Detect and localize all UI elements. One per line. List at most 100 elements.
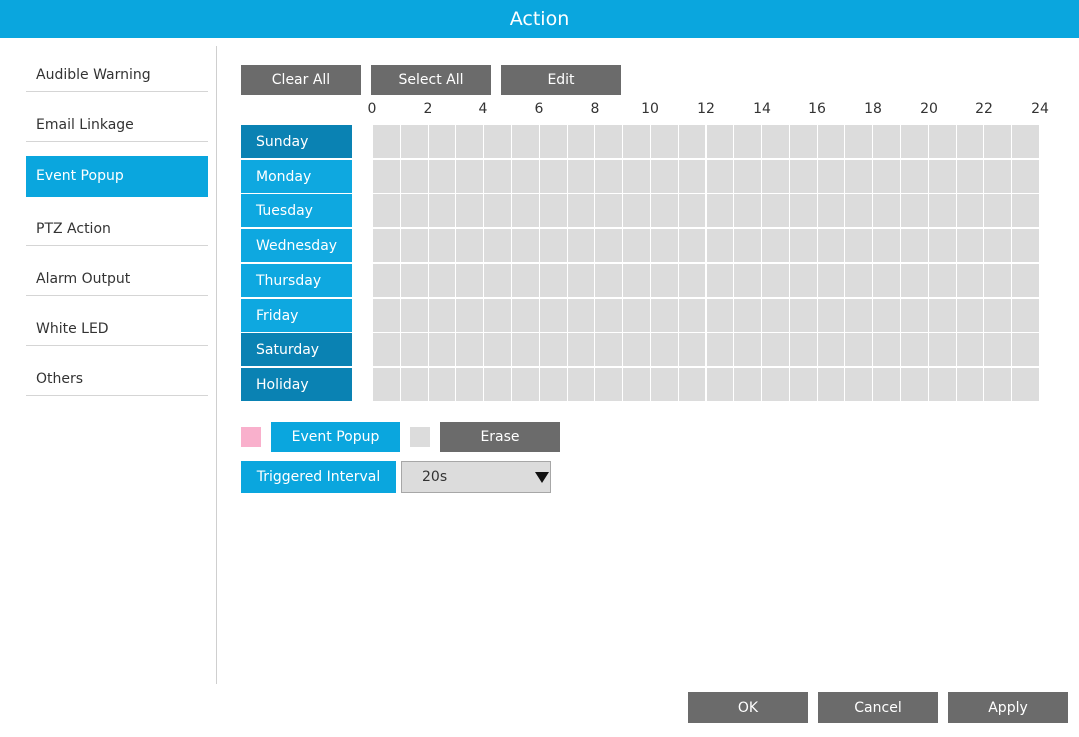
schedule-cell[interactable] bbox=[511, 125, 539, 158]
schedule-cell[interactable] bbox=[901, 299, 928, 332]
day-row-sunday[interactable]: Sunday bbox=[241, 125, 352, 158]
schedule-cell[interactable] bbox=[873, 299, 901, 332]
schedule-cell[interactable] bbox=[678, 160, 706, 193]
schedule-cell[interactable] bbox=[678, 299, 706, 332]
schedule-cell[interactable] bbox=[428, 160, 456, 193]
schedule-cell[interactable] bbox=[1012, 229, 1039, 262]
select-all-button[interactable]: Select All bbox=[371, 65, 491, 95]
schedule-cell[interactable] bbox=[373, 264, 400, 297]
day-row-thursday[interactable]: Thursday bbox=[241, 264, 352, 297]
schedule-cell[interactable] bbox=[373, 299, 400, 332]
sidebar-item-email-linkage[interactable]: Email Linkage bbox=[26, 102, 208, 142]
schedule-cell[interactable] bbox=[623, 160, 650, 193]
schedule-cell[interactable] bbox=[400, 125, 428, 158]
schedule-cell[interactable] bbox=[762, 368, 789, 401]
schedule-cell[interactable] bbox=[845, 368, 873, 401]
schedule-cell[interactable] bbox=[928, 299, 956, 332]
day-row-tuesday[interactable]: Tuesday bbox=[241, 194, 352, 227]
schedule-cell[interactable] bbox=[734, 194, 762, 227]
schedule-cell[interactable] bbox=[373, 368, 400, 401]
schedule-cell[interactable] bbox=[650, 229, 678, 262]
schedule-cell[interactable] bbox=[901, 333, 928, 366]
schedule-cell[interactable] bbox=[956, 333, 984, 366]
event-popup-mode-button[interactable]: Event Popup bbox=[271, 422, 400, 452]
schedule-cell[interactable] bbox=[845, 264, 873, 297]
sidebar-item-others[interactable]: Others bbox=[26, 356, 208, 396]
schedule-cell[interactable] bbox=[456, 194, 484, 227]
schedule-cell[interactable] bbox=[901, 229, 928, 262]
schedule-cell[interactable] bbox=[678, 229, 706, 262]
schedule-cell[interactable] bbox=[567, 229, 595, 262]
schedule-cell[interactable] bbox=[789, 333, 817, 366]
schedule-cell[interactable] bbox=[595, 333, 623, 366]
schedule-cell[interactable] bbox=[928, 264, 956, 297]
schedule-cell[interactable] bbox=[456, 160, 484, 193]
schedule-cell[interactable] bbox=[789, 368, 817, 401]
day-row-saturday[interactable]: Saturday bbox=[241, 333, 352, 366]
erase-color-swatch[interactable] bbox=[410, 427, 430, 447]
schedule-cell[interactable] bbox=[428, 299, 456, 332]
schedule-cell[interactable] bbox=[845, 125, 873, 158]
schedule-cell[interactable] bbox=[567, 194, 595, 227]
schedule-cell[interactable] bbox=[901, 125, 928, 158]
schedule-cell[interactable] bbox=[901, 264, 928, 297]
schedule-cell[interactable] bbox=[567, 125, 595, 158]
schedule-cell[interactable] bbox=[762, 229, 789, 262]
schedule-cell[interactable] bbox=[511, 333, 539, 366]
schedule-cell[interactable] bbox=[511, 264, 539, 297]
schedule-cell[interactable] bbox=[789, 264, 817, 297]
day-row-monday[interactable]: Monday bbox=[241, 160, 352, 193]
schedule-cell[interactable] bbox=[928, 333, 956, 366]
schedule-cell[interactable] bbox=[956, 299, 984, 332]
schedule-cell[interactable] bbox=[734, 368, 762, 401]
schedule-cell[interactable] bbox=[650, 264, 678, 297]
schedule-cell[interactable] bbox=[650, 160, 678, 193]
schedule-cell[interactable] bbox=[400, 333, 428, 366]
schedule-cell[interactable] bbox=[400, 299, 428, 332]
schedule-cell[interactable] bbox=[567, 333, 595, 366]
schedule-cell[interactable] bbox=[1012, 264, 1039, 297]
schedule-cell[interactable] bbox=[567, 264, 595, 297]
schedule-cell[interactable] bbox=[789, 194, 817, 227]
schedule-cell[interactable] bbox=[984, 194, 1012, 227]
sidebar-item-white-led[interactable]: White LED bbox=[26, 306, 208, 346]
schedule-cell[interactable] bbox=[956, 194, 984, 227]
schedule-cell[interactable] bbox=[539, 194, 567, 227]
schedule-cell[interactable] bbox=[428, 229, 456, 262]
schedule-cell[interactable] bbox=[789, 160, 817, 193]
schedule-cell[interactable] bbox=[678, 264, 706, 297]
schedule-grid[interactable] bbox=[373, 125, 1040, 402]
sidebar-item-event-popup[interactable]: Event Popup bbox=[26, 156, 208, 197]
schedule-cell[interactable] bbox=[623, 125, 650, 158]
schedule-cell[interactable] bbox=[595, 229, 623, 262]
schedule-cell[interactable] bbox=[928, 125, 956, 158]
schedule-cell[interactable] bbox=[484, 368, 511, 401]
schedule-cell[interactable] bbox=[650, 194, 678, 227]
schedule-cell[interactable] bbox=[539, 368, 567, 401]
schedule-cell[interactable] bbox=[817, 368, 845, 401]
schedule-cell[interactable] bbox=[484, 333, 511, 366]
schedule-cell[interactable] bbox=[984, 125, 1012, 158]
schedule-cell[interactable] bbox=[650, 333, 678, 366]
schedule-cell[interactable] bbox=[789, 299, 817, 332]
schedule-cell[interactable] bbox=[428, 194, 456, 227]
schedule-cell[interactable] bbox=[706, 194, 734, 227]
sidebar-item-audible-warning[interactable]: Audible Warning bbox=[26, 52, 208, 92]
schedule-cell[interactable] bbox=[956, 125, 984, 158]
schedule-cell[interactable] bbox=[873, 333, 901, 366]
schedule-cell[interactable] bbox=[650, 125, 678, 158]
schedule-cell[interactable] bbox=[456, 333, 484, 366]
schedule-cell[interactable] bbox=[928, 194, 956, 227]
schedule-cell[interactable] bbox=[762, 264, 789, 297]
day-row-friday[interactable]: Friday bbox=[241, 299, 352, 332]
schedule-cell[interactable] bbox=[539, 299, 567, 332]
schedule-cell[interactable] bbox=[595, 368, 623, 401]
schedule-cell[interactable] bbox=[956, 229, 984, 262]
schedule-cell[interactable] bbox=[373, 194, 400, 227]
schedule-cell[interactable] bbox=[484, 264, 511, 297]
schedule-cell[interactable] bbox=[845, 229, 873, 262]
schedule-cell[interactable] bbox=[650, 299, 678, 332]
schedule-cell[interactable] bbox=[539, 160, 567, 193]
schedule-cell[interactable] bbox=[734, 299, 762, 332]
schedule-cell[interactable] bbox=[484, 160, 511, 193]
